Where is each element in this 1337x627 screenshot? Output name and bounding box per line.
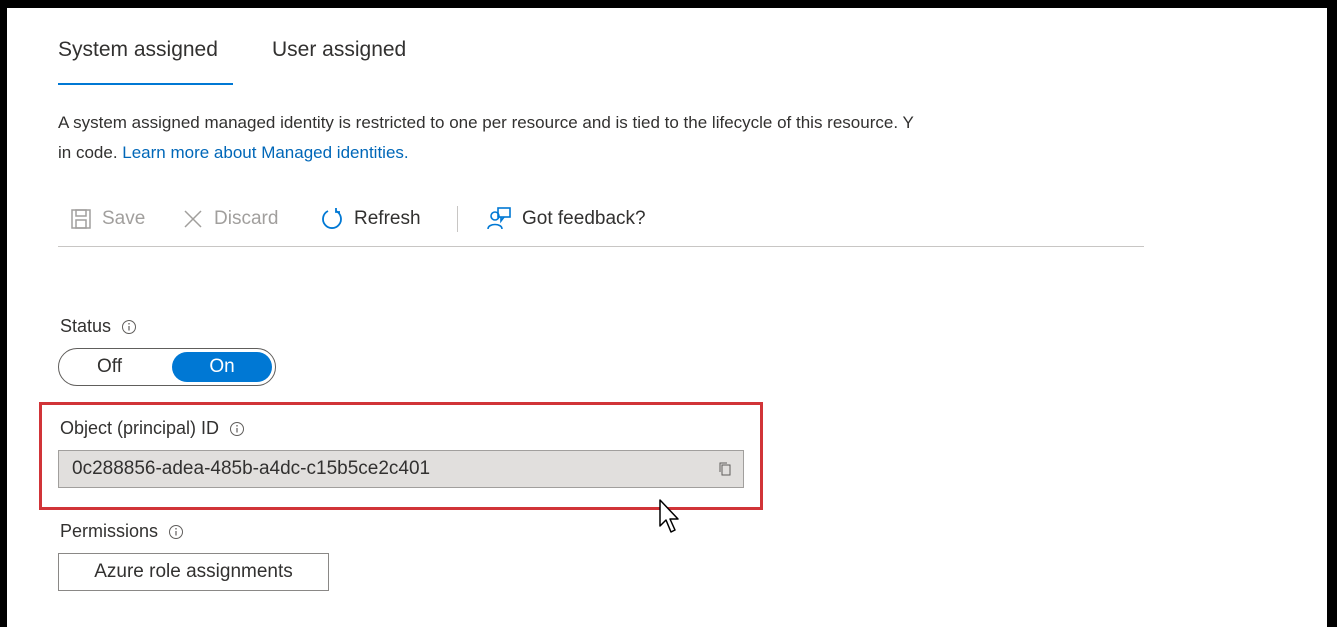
tab-system-assigned[interactable]: System assigned [58,38,218,62]
status-label: Status [60,316,112,336]
status-toggle[interactable]: Off On [58,348,276,386]
description: A system assigned managed identity is re… [58,108,1150,168]
object-id-value: 0c288856-adea-485b-a4dc-c15b5ce2c401 [72,458,431,479]
command-bar: Save Discard Refresh Got feedback? [58,196,1144,247]
feedback-label: Got feedback? [522,208,646,229]
azure-role-assignments-button[interactable]: Azure role assignments [58,553,329,591]
description-line-2: in code. Learn more about Managed identi… [58,138,1150,168]
object-id-label-row: Object (principal) ID [60,418,245,439]
object-id-field[interactable]: 0c288856-adea-485b-a4dc-c15b5ce2c401 [58,450,744,488]
description-line-2-prefix: in code. [58,143,123,162]
feedback-icon [487,207,511,230]
refresh-icon [322,208,342,229]
feedback-button[interactable]: Got feedback? [486,204,646,234]
info-icon[interactable] [121,319,137,335]
refresh-button[interactable]: Refresh [320,204,421,234]
toggle-off-option[interactable]: Off [97,356,122,378]
discard-button[interactable]: Discard [182,204,278,234]
discard-label: Discard [214,208,279,229]
description-line-1: A system assigned managed identity is re… [58,113,914,132]
mouse-pointer-icon [659,499,679,533]
permissions-label: Permissions [60,521,159,541]
tab-user-assigned[interactable]: User assigned [272,38,406,62]
info-icon[interactable] [229,421,245,437]
copy-icon[interactable] [717,461,733,477]
object-id-label: Object (principal) ID [60,418,220,438]
save-label: Save [102,208,146,229]
selected-tab-indicator [58,83,233,85]
permissions-label-row: Permissions [60,521,184,542]
learn-more-link[interactable]: Learn more about Managed identities. [122,143,408,162]
managed-identity-panel: System assigned User assigned A system a… [7,8,1327,627]
save-button[interactable]: Save [70,204,145,234]
info-icon[interactable] [168,524,184,540]
toolbar-divider [457,206,458,232]
toggle-on-option[interactable]: On [172,352,272,382]
refresh-label: Refresh [354,208,421,229]
status-label-row: Status [60,316,137,337]
save-icon [71,209,91,229]
discard-icon [184,210,202,228]
